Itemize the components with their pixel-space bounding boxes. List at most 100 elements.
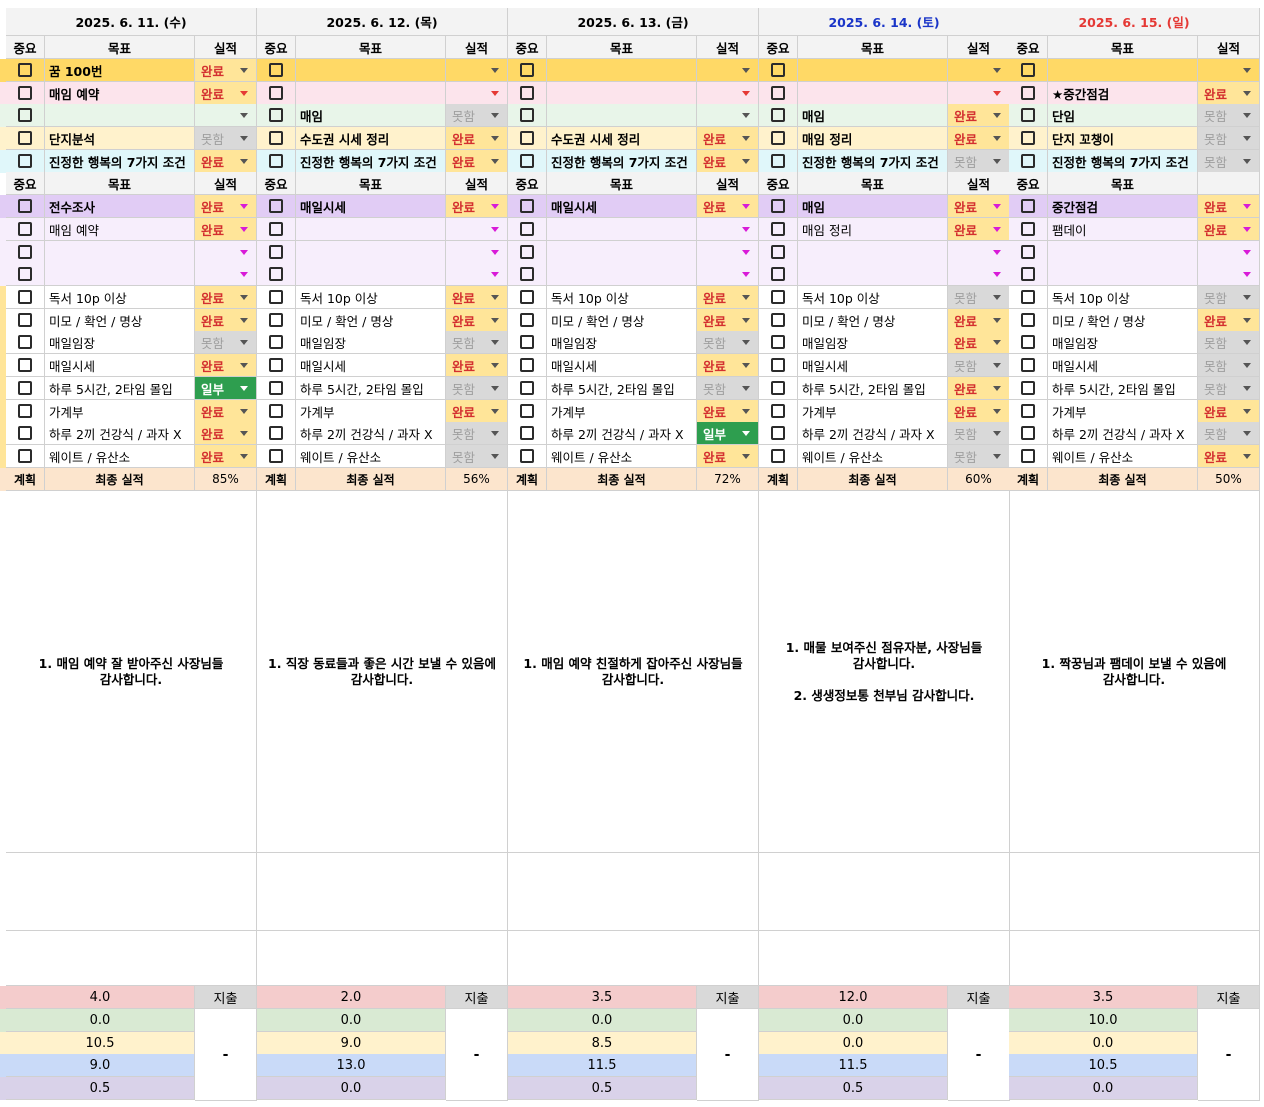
expense-value[interactable]: 0.5 [759,1077,948,1099]
result-dropdown[interactable]: 완료 [697,195,759,217]
importance-cell[interactable] [759,263,798,285]
importance-checkbox[interactable] [18,222,32,236]
result-dropdown[interactable]: 완료 [948,377,1010,399]
importance-cell[interactable] [508,218,547,240]
result-dropdown[interactable] [948,241,1010,263]
chevron-down-icon[interactable] [1243,386,1251,391]
importance-cell[interactable] [759,82,798,104]
result-dropdown[interactable] [195,241,257,263]
goal-cell[interactable]: 미모 / 확언 / 명상 [547,309,697,331]
importance-cell[interactable] [257,422,296,444]
goal-cell[interactable]: 매임 정리 [798,127,948,149]
importance-cell[interactable] [1009,422,1048,444]
goal-cell[interactable]: 매일임장 [45,331,195,353]
goal-cell[interactable]: 매일시세 [547,195,697,217]
goal-cell[interactable]: 매일시세 [547,354,697,376]
importance-checkbox[interactable] [520,313,534,327]
result-dropdown[interactable]: 완료 [195,82,257,104]
importance-cell[interactable] [257,150,296,172]
result-dropdown[interactable]: 완료 [195,286,257,308]
importance-checkbox[interactable] [771,404,785,418]
importance-checkbox[interactable] [1021,222,1035,236]
result-dropdown[interactable]: 완료 [948,400,1010,422]
importance-checkbox[interactable] [18,335,32,349]
chevron-down-icon[interactable] [993,91,1001,96]
importance-cell[interactable] [6,422,45,444]
goal-cell[interactable]: 하루 2끼 건강식 / 과자 X [1048,422,1198,444]
result-dropdown[interactable]: 완료 [446,286,508,308]
goal-cell[interactable]: 웨이트 / 유산소 [1048,445,1198,467]
blank-cell[interactable] [759,853,1010,931]
goal-cell[interactable]: 매일시세 [296,354,446,376]
expense-value[interactable]: 4.0 [6,986,195,1008]
result-dropdown[interactable]: 완료 [948,195,1010,217]
importance-cell[interactable] [1009,400,1048,422]
chevron-down-icon[interactable] [491,295,499,300]
chevron-down-icon[interactable] [742,227,750,232]
result-dropdown[interactable]: 못함 [446,331,508,353]
importance-checkbox[interactable] [771,245,785,259]
goal-cell[interactable] [1048,59,1198,81]
importance-cell[interactable] [508,286,547,308]
importance-checkbox[interactable] [269,131,283,145]
result-dropdown[interactable]: 완료 [948,127,1010,149]
goal-cell[interactable] [1048,241,1198,263]
importance-checkbox[interactable] [1021,426,1035,440]
chevron-down-icon[interactable] [1243,227,1251,232]
result-dropdown[interactable] [195,263,257,285]
importance-checkbox[interactable] [771,199,785,213]
importance-checkbox[interactable] [520,199,534,213]
result-dropdown[interactable]: 일부 [195,377,257,399]
importance-cell[interactable] [6,263,45,285]
importance-cell[interactable] [257,263,296,285]
goal-cell[interactable]: 진정한 행복의 7가지 조건 [45,150,195,172]
goal-cell[interactable]: 미모 / 확언 / 명상 [1048,309,1198,331]
chevron-down-icon[interactable] [1243,250,1251,255]
importance-cell[interactable] [759,331,798,353]
importance-checkbox[interactable] [18,404,32,418]
importance-checkbox[interactable] [1021,154,1035,168]
importance-cell[interactable] [257,127,296,149]
importance-checkbox[interactable] [520,404,534,418]
importance-cell[interactable] [508,445,547,467]
blank-cell[interactable] [6,853,257,931]
result-dropdown[interactable] [446,82,508,104]
chevron-down-icon[interactable] [993,318,1001,323]
result-dropdown[interactable]: 완료 [948,104,1010,126]
expense-value[interactable]: 0.0 [508,1009,697,1031]
expense-value[interactable]: 0.5 [508,1077,697,1099]
importance-cell[interactable] [257,445,296,467]
chevron-down-icon[interactable] [993,409,1001,414]
importance-cell[interactable] [508,354,547,376]
goal-cell[interactable] [1048,263,1198,285]
importance-cell[interactable] [6,195,45,217]
result-dropdown[interactable]: 완료 [195,400,257,422]
expense-value[interactable]: 10.5 [6,1032,195,1054]
importance-cell[interactable] [759,150,798,172]
goal-cell[interactable]: 매일임장 [1048,331,1198,353]
importance-checkbox[interactable] [18,199,32,213]
importance-cell[interactable] [1009,263,1048,285]
importance-checkbox[interactable] [1021,245,1035,259]
result-dropdown[interactable] [697,263,759,285]
result-dropdown[interactable]: 완료 [948,218,1010,240]
expense-value[interactable]: 9.0 [257,1032,446,1054]
importance-cell[interactable] [759,241,798,263]
chevron-down-icon[interactable] [993,68,1001,73]
chevron-down-icon[interactable] [240,454,248,459]
chevron-down-icon[interactable] [993,272,1001,277]
chevron-down-icon[interactable] [240,91,248,96]
result-dropdown[interactable]: 못함 [1198,127,1260,149]
result-dropdown[interactable]: 못함 [446,377,508,399]
result-dropdown[interactable] [1198,59,1260,81]
chevron-down-icon[interactable] [491,363,499,368]
importance-checkbox[interactable] [269,245,283,259]
result-dropdown[interactable] [697,59,759,81]
result-dropdown[interactable]: 완료 [697,150,759,172]
chevron-down-icon[interactable] [240,250,248,255]
result-dropdown[interactable]: 완료 [446,309,508,331]
chevron-down-icon[interactable] [993,295,1001,300]
importance-cell[interactable] [6,127,45,149]
chevron-down-icon[interactable] [491,136,499,141]
importance-cell[interactable] [257,331,296,353]
